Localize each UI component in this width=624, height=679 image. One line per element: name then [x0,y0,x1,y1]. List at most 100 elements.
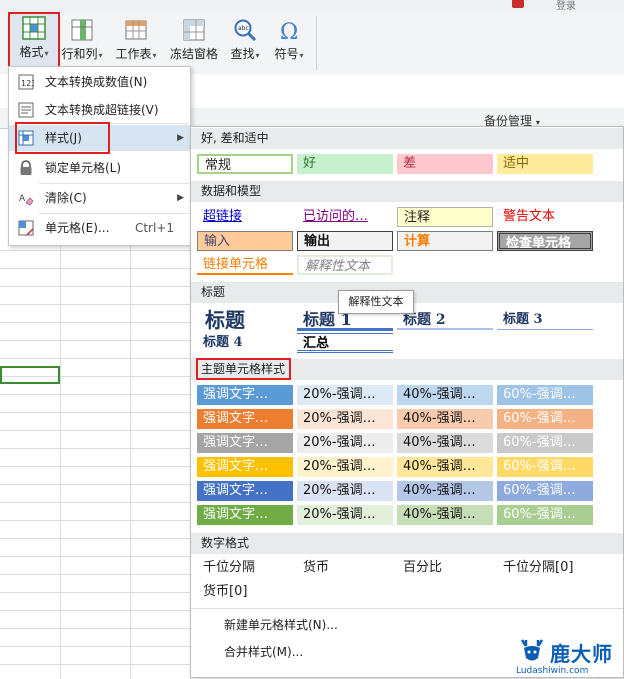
menu-item-lock-cell[interactable]: 锁定单元格(L) [9,155,190,181]
style-accent-3-col-2[interactable]: 20%-强调… [297,433,393,453]
menu-item-label: 文本转换成超链接(V) [45,103,159,117]
style-accent-1-col-1[interactable]: 强调文字… [197,385,293,405]
format-button[interactable]: 格式▾ [8,12,60,70]
freeze-panes-button[interactable]: 冻结窗格 [168,16,220,70]
style-explanatory-text[interactable]: 解释性文本 [297,255,393,275]
style-currency[interactable]: 货币 [297,558,393,578]
style-visited-hyperlink[interactable]: 已访问的… [297,207,393,227]
style-percent[interactable]: 百分比 [397,558,493,578]
style-heading-3[interactable]: 标题 3 [497,310,593,330]
chevron-down-icon: ▾ [152,51,157,60]
style-accent-2-col-4[interactable]: 60%-强调… [497,409,593,429]
shortcut-hint: Ctrl+1 [134,221,174,235]
style-accent-4-col-3[interactable]: 40%-强调… [397,457,493,477]
find-button[interactable]: abc 查找▾ [226,16,264,70]
chevron-down-icon: ▾ [299,51,304,60]
menu-item-cell-format[interactable]: 单元格(E)... Ctrl+1 [9,215,190,241]
style-accent-2-col-2[interactable]: 20%-强调… [297,409,393,429]
rows-columns-label: 行和列 [61,47,98,61]
selected-cell[interactable] [0,366,60,384]
style-heading-4[interactable]: 标题 4 [197,333,293,353]
style-bad[interactable]: 差 [397,154,493,174]
section-data-model: 数据和模型 [191,181,623,202]
omega-symbol-icon: Ω [280,20,298,42]
style-output[interactable]: 输出 [297,231,393,251]
format-dropdown-menu: 123 文本转换成数值(N) 文本转换成超链接(V) 样式(J) ▶ 锁定单元格… [8,66,191,246]
style-input[interactable]: 输入 [197,231,293,251]
style-accent-5-col-1[interactable]: 强调文字… [197,481,293,501]
style-comma-0[interactable]: 千位分隔[0] [497,558,593,578]
cell-format-icon [18,220,34,236]
section-good-bad-neutral: 好, 差和适中 [191,128,623,149]
style-accent-4-col-1[interactable]: 强调文字… [197,457,293,477]
style-note[interactable]: 注释 [397,207,493,227]
style-accent-1-col-4[interactable]: 60%-强调… [497,385,593,405]
style-accent-6-col-3[interactable]: 40%-强调… [397,505,493,525]
style-calculation[interactable]: 计算 [397,231,493,251]
freeze-panes-label: 冻结窗格 [169,47,218,61]
submenu-arrow-icon: ▶ [177,133,184,143]
svg-text:123: 123 [21,79,34,88]
format-table-icon [22,16,46,40]
style-accent-4-col-4[interactable]: 60%-强调… [497,457,593,477]
style-accent-3-col-4[interactable]: 60%-强调… [497,433,593,453]
menu-item-label: 锁定单元格(L) [45,161,122,175]
svg-text:Ω: Ω [280,20,298,42]
style-accent-6-col-4[interactable]: 60%-强调… [497,505,593,525]
section-number-format: 数字格式 [191,533,623,554]
style-accent-1-col-3[interactable]: 40%-强调… [397,385,493,405]
chevron-down-icon: ▾ [44,49,49,58]
highlight-box-style [15,122,110,154]
brand-url: Ludashiwin.com [516,666,589,676]
symbol-label: 符号 [274,47,299,61]
text-to-number-icon: 123 [18,74,34,90]
login-link[interactable]: 登录 [556,0,576,12]
style-neutral[interactable]: 适中 [497,154,593,174]
cell-style-gallery: 好, 差和适中 常规 好 差 适中 数据和模型 超链接 已访问的… 注释 警告文… [190,126,624,678]
merge-styles-item[interactable]: 合并样式(M)... [224,643,303,660]
style-hyperlink[interactable]: 超链接 [197,207,293,227]
menu-item-text-to-number[interactable]: 123 文本转换成数值(N) [9,69,190,95]
style-accent-6-col-1[interactable]: 强调文字… [197,505,293,525]
style-total[interactable]: 汇总 [297,333,393,353]
menu-item-clear[interactable]: A 清除(C) ▶ [9,185,190,211]
style-accent-3-col-3[interactable]: 40%-强调… [397,433,493,453]
worksheet-button[interactable]: 工作表▾ [110,16,162,70]
style-accent-2-col-3[interactable]: 40%-强调… [397,409,493,429]
style-accent-3-col-1[interactable]: 强调文字… [197,433,293,453]
svg-text:A: A [19,194,26,204]
style-normal[interactable]: 常规 [197,154,293,174]
ribbon-divider [316,16,317,70]
style-accent-6-col-2[interactable]: 20%-强调… [297,505,393,525]
style-accent-1-col-2[interactable]: 20%-强调… [297,385,393,405]
deer-logo-icon [520,639,544,661]
worksheet-label: 工作表 [115,47,152,61]
style-currency-0[interactable]: 货币[0] [197,582,293,602]
menu-separator [39,183,189,184]
style-good[interactable]: 好 [297,154,393,174]
new-cell-style-item[interactable]: 新建单元格样式(N)... [224,616,338,633]
eraser-icon: A [19,194,34,206]
style-accent-5-col-2[interactable]: 20%-强调… [297,481,393,501]
symbol-button[interactable]: Ω 符号▾ [270,16,308,70]
style-linked-cell[interactable]: 链接单元格 [197,255,293,275]
find-magnifier-icon: abc [234,19,257,42]
notification-badge-icon [512,0,524,8]
rows-columns-button[interactable]: 行和列▾ [58,16,106,70]
lock-icon [20,160,32,175]
style-accent-4-col-2[interactable]: 20%-强调… [297,457,393,477]
menu-separator [39,213,189,214]
format-button-label: 格式 [19,45,44,59]
style-check-cell[interactable]: 检查单元格 [497,231,593,251]
worksheet-icon [125,20,147,40]
watermark-logo: 鹿大师 Ludashiwin.com [514,636,624,679]
style-accent-5-col-4[interactable]: 60%-强调… [497,481,593,501]
style-title[interactable]: 标题 [199,307,295,333]
style-accent-5-col-3[interactable]: 40%-强调… [397,481,493,501]
rows-columns-icon [71,19,93,41]
menu-item-text-to-hyperlink[interactable]: 文本转换成超链接(V) [9,97,190,123]
style-accent-2-col-1[interactable]: 强调文字… [197,409,293,429]
style-warning-text[interactable]: 警告文本 [497,207,593,227]
style-comma[interactable]: 千位分隔 [197,558,293,578]
svg-text:abc: abc [238,25,249,32]
